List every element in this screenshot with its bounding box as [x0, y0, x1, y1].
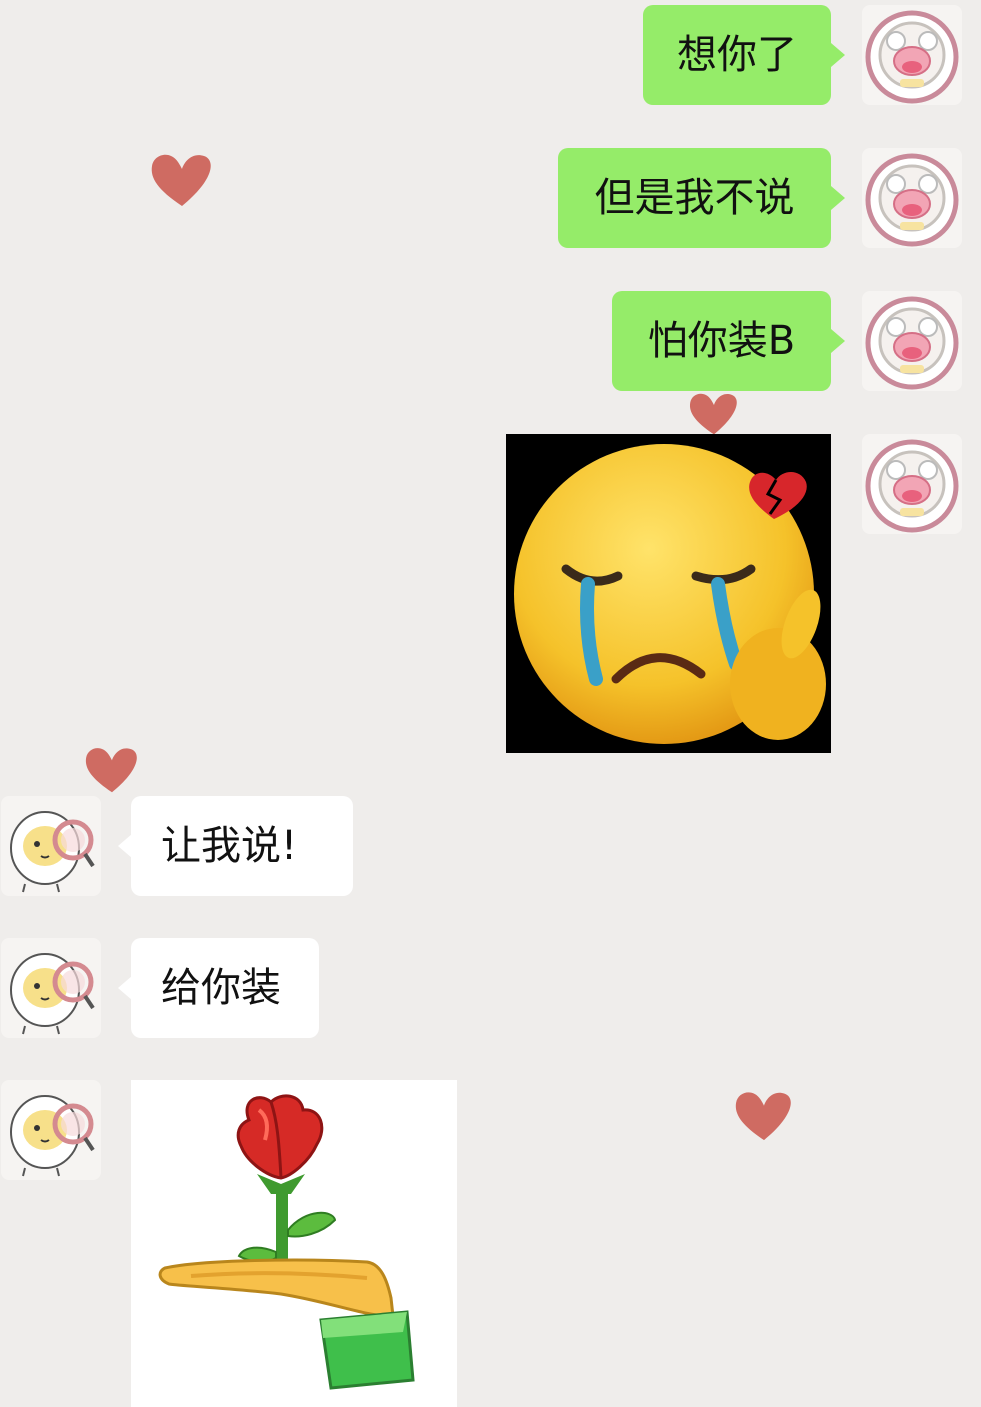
- message-text: 但是我不说: [594, 175, 795, 221]
- sheep-avatar-icon[interactable]: [862, 5, 962, 105]
- sheep-avatar-icon[interactable]: [862, 291, 962, 391]
- heart-icon: [85, 748, 137, 793]
- egg-magnifier-avatar-icon[interactable]: [1, 796, 101, 896]
- message-bubble-outgoing[interactable]: 怕你装B: [612, 291, 831, 391]
- message-text: 怕你装B: [647, 318, 796, 364]
- bubble-tail: [831, 186, 845, 210]
- sheep-avatar-icon[interactable]: [862, 148, 962, 248]
- message-text: 想你了: [677, 32, 797, 78]
- bubble-tail: [118, 976, 132, 1000]
- heart-icon: [735, 1092, 791, 1141]
- hand-offering-rose-icon[interactable]: [131, 1080, 457, 1407]
- crying-heartbroken-emoji-icon[interactable]: [506, 434, 831, 753]
- message-bubble-incoming[interactable]: 给你装: [131, 938, 319, 1038]
- bubble-tail: [831, 43, 845, 67]
- heart-icon: [151, 154, 211, 206]
- egg-magnifier-avatar-icon[interactable]: [1, 938, 101, 1038]
- message-bubble-incoming[interactable]: 让我说!: [131, 796, 353, 896]
- sheep-avatar-icon[interactable]: [862, 434, 962, 534]
- bubble-tail: [831, 329, 845, 353]
- bubble-tail: [118, 834, 132, 858]
- heart-icon: [689, 393, 737, 435]
- message-bubble-outgoing[interactable]: 但是我不说: [558, 148, 831, 248]
- egg-magnifier-avatar-icon[interactable]: [1, 1080, 101, 1180]
- message-text: 让我说!: [161, 823, 298, 869]
- message-text: 给你装: [161, 965, 281, 1011]
- message-bubble-outgoing[interactable]: 想你了: [643, 5, 831, 105]
